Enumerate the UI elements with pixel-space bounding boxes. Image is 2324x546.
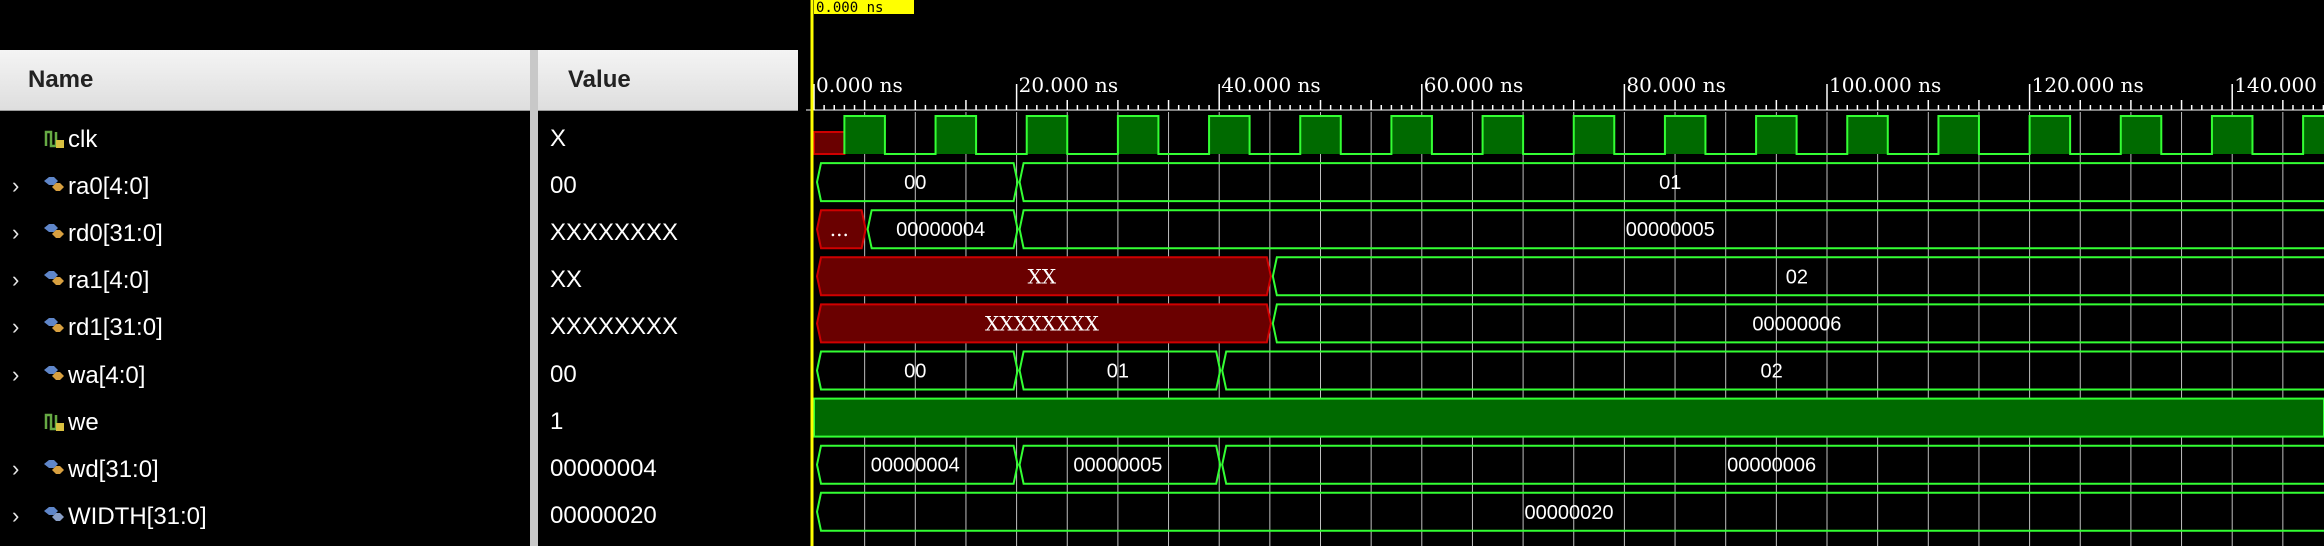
column-splitter[interactable] bbox=[530, 50, 538, 546]
clk-high-pulse bbox=[2211, 116, 2253, 154]
signal-name: ra0[4:0] bbox=[68, 173, 150, 201]
signal-name: rd0[31:0] bbox=[68, 220, 163, 248]
name-header-label: Name bbox=[28, 66, 94, 93]
signal-value: XXXXXXXX bbox=[550, 313, 679, 341]
bus-signal-icon bbox=[42, 173, 68, 197]
signal-name: we bbox=[68, 408, 99, 436]
bus-signal-icon bbox=[42, 267, 68, 291]
param-signal-icon bbox=[42, 503, 68, 527]
signal-row[interactable]: clk bbox=[0, 116, 530, 162]
bus-value-label: 02 bbox=[1760, 361, 1782, 383]
chevron-right-icon[interactable]: › bbox=[12, 456, 19, 482]
wave-splitter[interactable] bbox=[798, 50, 806, 546]
clk-high-pulse bbox=[1847, 116, 1888, 154]
clk-high-pulse bbox=[1391, 116, 1432, 154]
chevron-right-icon[interactable]: › bbox=[12, 362, 19, 388]
signal-value: 00000020 bbox=[550, 501, 657, 529]
signal-value: XXXXXXXX bbox=[550, 219, 679, 247]
clk-unknown-segment bbox=[813, 131, 846, 155]
ruler-tick-label: 60.000 ns bbox=[1424, 73, 1523, 97]
signal-name: WIDTH[31:0] bbox=[68, 502, 207, 530]
signal-row[interactable]: we bbox=[0, 399, 530, 445]
signal-name-list: clk › ra0[4:0] › rd0[31:0] › ra1[4:0] › rd1[31:0… bbox=[0, 111, 530, 546]
chevron-right-icon[interactable]: › bbox=[12, 220, 19, 246]
clk-high-pulse bbox=[2120, 116, 2162, 154]
ruler-tick-label: 0.000 ns bbox=[816, 73, 903, 97]
clk-high-pulse bbox=[1482, 116, 1524, 154]
clk-high-pulse bbox=[844, 116, 885, 154]
ruler-tick-label: 40.000 ns bbox=[1221, 73, 1320, 97]
bus-signal-icon bbox=[42, 456, 68, 480]
bus-signal-icon bbox=[42, 220, 68, 244]
signal-name: wa[4:0] bbox=[68, 361, 146, 389]
bus-value-label: XXXXXXXX bbox=[985, 311, 1100, 335]
signal-value-list: X 00 XXXXXXXX XX XXXXXXXX 00 1 00000004 00000020 bbox=[538, 111, 798, 546]
chevron-right-icon[interactable]: › bbox=[12, 314, 19, 340]
bus-value-label: 00000005 bbox=[1626, 219, 1715, 241]
clk-high-pulse bbox=[1573, 116, 1615, 154]
signal-value: 00000004 bbox=[550, 454, 657, 482]
signal-value: 00 bbox=[550, 172, 577, 200]
clk-high-pulse bbox=[2029, 116, 2071, 154]
clk-high-pulse bbox=[1938, 116, 1979, 154]
signal-name: wd[31:0] bbox=[68, 455, 159, 483]
value-column-header[interactable]: Value bbox=[538, 50, 798, 111]
clk-high-pulse bbox=[1026, 116, 1068, 154]
name-column-header[interactable]: Name bbox=[0, 50, 530, 111]
clk-high-pulse bbox=[1209, 116, 1250, 154]
clk-high-pulse bbox=[2303, 116, 2324, 154]
bus-value-label: 00000005 bbox=[1073, 455, 1162, 477]
signal-value: 1 bbox=[550, 407, 564, 435]
bus-value-label: 00 bbox=[904, 361, 926, 383]
clk-high-pulse bbox=[1756, 116, 1797, 154]
toolbar-area bbox=[0, 0, 798, 50]
bus-value-label: 00000020 bbox=[1525, 502, 1614, 524]
bus-value-label: 01 bbox=[1107, 361, 1129, 383]
bus-value-label: XX bbox=[1028, 264, 1057, 288]
clk-high-pulse bbox=[1664, 116, 1706, 154]
ruler-tick-label: 100.000 ns bbox=[1829, 73, 1941, 97]
signal-name: ra1[4:0] bbox=[68, 267, 150, 295]
signal-value: 00 bbox=[550, 360, 577, 388]
bus-value-label: ... bbox=[830, 217, 849, 241]
cursor-label: 0.000 ns bbox=[816, 0, 883, 16]
signal-row[interactable]: › rd1[31:0] bbox=[0, 304, 530, 350]
bus-value-label: 00 bbox=[904, 172, 926, 194]
signal-row[interactable]: › WIDTH[31:0] bbox=[0, 493, 530, 539]
bus-value-label: 00000004 bbox=[896, 219, 985, 241]
scalar-signal-icon bbox=[42, 409, 68, 433]
signal-name: rd1[31:0] bbox=[68, 314, 163, 342]
signal-row[interactable]: › ra0[4:0] bbox=[0, 163, 530, 209]
bus-value-label: 02 bbox=[1786, 266, 1808, 288]
bus-value-label: 00000004 bbox=[871, 455, 960, 477]
chevron-right-icon[interactable]: › bbox=[12, 173, 19, 199]
signal-value: X bbox=[550, 125, 567, 152]
signal-value: XX bbox=[550, 266, 583, 294]
ruler-tick-label: 80.000 ns bbox=[1626, 73, 1725, 97]
signal-row[interactable]: › wd[31:0] bbox=[0, 446, 530, 492]
chevron-right-icon[interactable]: › bbox=[12, 503, 19, 529]
ruler-tick-label: 120.000 ns bbox=[2032, 73, 2144, 97]
ruler-tick-label: 140.000 ns bbox=[2234, 73, 2324, 97]
chevron-right-icon[interactable]: › bbox=[12, 267, 19, 293]
waveform-canvas[interactable]: 0.000 ns 0.000 ns 20.000 ns 40.000 ns 60.000… bbox=[806, 0, 2324, 546]
scalar-signal-icon bbox=[42, 126, 68, 150]
signal-row[interactable]: › wa[4:0] bbox=[0, 352, 530, 398]
signal-row[interactable]: › rd0[31:0] bbox=[0, 210, 530, 256]
bus-signal-icon bbox=[42, 314, 68, 338]
bus-value-label: 00000006 bbox=[1727, 455, 1816, 477]
bus-signal-icon bbox=[42, 362, 68, 386]
clk-high-pulse bbox=[1300, 116, 1341, 154]
ruler-tick-label: 20.000 ns bbox=[1019, 73, 1118, 97]
clk-high-pulse bbox=[1117, 116, 1159, 154]
bus-value-label: 01 bbox=[1659, 172, 1681, 194]
we-high-level bbox=[813, 397, 2324, 438]
bus-value-label: 00000006 bbox=[1752, 313, 1841, 335]
signal-name: clk bbox=[68, 126, 98, 153]
signal-row[interactable]: › ra1[4:0] bbox=[0, 257, 530, 303]
clk-high-pulse bbox=[935, 116, 977, 154]
value-header-label: Value bbox=[568, 66, 631, 93]
